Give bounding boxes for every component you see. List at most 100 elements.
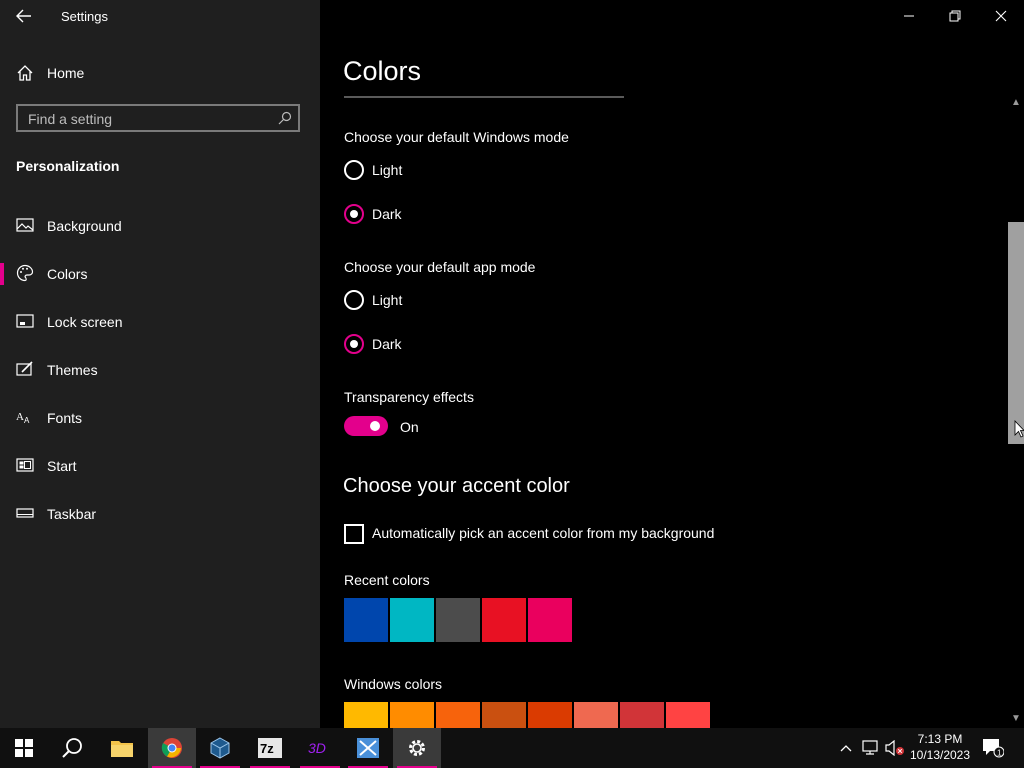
page-title: Colors <box>343 56 422 86</box>
windows-color-swatch[interactable] <box>528 702 572 728</box>
network-tray[interactable] <box>860 728 882 768</box>
title-divider <box>344 96 624 98</box>
sidebar-item-colors[interactable]: Colors <box>0 253 320 293</box>
recent-color-swatch[interactable] <box>390 598 434 642</box>
windows-mode-dark-radio[interactable] <box>344 204 364 224</box>
virtualbox-button[interactable] <box>196 728 244 768</box>
svg-text:A: A <box>24 416 30 425</box>
settings-button[interactable] <box>393 728 441 768</box>
recent-color-swatch[interactable] <box>528 598 572 642</box>
search-input[interactable] <box>26 109 270 129</box>
chrome-button[interactable] <box>148 728 196 768</box>
app-mode-dark-label[interactable]: Dark <box>372 336 402 352</box>
sidebar-item-taskbar[interactable]: Taskbar <box>0 493 320 533</box>
start-button[interactable] <box>0 728 48 768</box>
close-icon <box>995 10 1007 22</box>
windows-color-swatch[interactable] <box>574 702 618 728</box>
windows-mode-light-label[interactable]: Light <box>372 162 402 178</box>
sidebar-item-label: Colors <box>47 266 88 282</box>
7zip-button[interactable]: 7z <box>246 728 294 768</box>
action-center-button[interactable]: 1 <box>980 728 1006 768</box>
search-icon[interactable] <box>278 111 292 125</box>
windows-mode-label: Choose your default Windows mode <box>344 129 569 145</box>
auto-accent-checkbox[interactable] <box>344 524 364 544</box>
main-content: Colors Choose your default Windows mode … <box>320 0 1024 728</box>
sidebar-item-background[interactable]: Background <box>0 205 320 245</box>
nav-home[interactable]: Home <box>0 58 320 88</box>
app-mode-dark-radio[interactable] <box>344 334 364 354</box>
windows-color-swatch[interactable] <box>482 702 526 728</box>
volume-muted-icon <box>885 740 904 756</box>
restore-icon <box>949 10 961 22</box>
windows-color-swatch[interactable] <box>620 702 664 728</box>
scrollbar-thumb[interactable] <box>1008 222 1024 444</box>
windows-color-swatch[interactable] <box>344 702 388 728</box>
clock-date: 10/13/2023 <box>909 748 971 762</box>
svg-text:7z: 7z <box>260 741 274 756</box>
taskbar-icon <box>16 508 34 518</box>
picture-icon <box>16 218 34 232</box>
app-mode-label: Choose your default app mode <box>344 259 536 275</box>
start-icon <box>16 458 34 472</box>
fonts-icon: AA <box>16 411 30 425</box>
windows-color-swatch[interactable] <box>436 702 480 728</box>
network-icon <box>862 740 878 755</box>
recent-color-swatch[interactable] <box>436 598 480 642</box>
app-mode-light-label[interactable]: Light <box>372 292 402 308</box>
minimize-icon <box>904 15 914 17</box>
scroll-up-icon[interactable]: ▲ <box>1008 96 1024 110</box>
chrome-icon <box>161 738 182 758</box>
volume-tray[interactable] <box>884 728 906 768</box>
snipping-button[interactable] <box>344 728 392 768</box>
app-mode-light-radio[interactable] <box>344 290 364 310</box>
sidebar-item-label: Fonts <box>47 410 83 426</box>
windows-mode-light-radio[interactable] <box>344 160 364 180</box>
recent-color-swatch[interactable] <box>344 598 388 642</box>
sidebar-item-fonts[interactable]: AA Fonts <box>0 397 320 437</box>
home-icon <box>17 65 33 81</box>
mouse-cursor-icon <box>1014 420 1024 438</box>
3d-viewer-icon: 3D <box>308 740 326 756</box>
sidebar-item-label: Taskbar <box>47 506 97 522</box>
accent-heading: Choose your accent color <box>343 475 570 497</box>
clock-time: 7:13 PM <box>917 732 963 746</box>
virtualbox-icon <box>210 737 230 759</box>
close-button[interactable] <box>978 0 1024 32</box>
lock-screen-icon <box>16 314 34 328</box>
sidebar-item-label: Themes <box>47 362 98 378</box>
show-hidden-icons[interactable] <box>836 728 856 768</box>
taskbar: 7z 3D 7:13 PM 10/13/2023 1 <box>0 728 1024 768</box>
windows-mode-dark-label[interactable]: Dark <box>372 206 402 222</box>
sidebar-item-label: Background <box>47 218 122 234</box>
minimize-button[interactable] <box>886 0 932 32</box>
windows-logo-icon <box>15 739 33 757</box>
snipping-icon <box>357 738 379 758</box>
home-label: Home <box>47 65 85 81</box>
search-box[interactable] <box>16 104 300 132</box>
windows-color-swatch[interactable] <box>666 702 710 728</box>
auto-accent-label[interactable]: Automatically pick an accent color from … <box>372 525 714 541</box>
file-explorer-button[interactable] <box>98 728 146 768</box>
windows-colors-label: Windows colors <box>344 676 443 692</box>
section-title: Personalization <box>16 158 120 174</box>
sidebar-item-start[interactable]: Start <box>0 445 320 485</box>
back-button[interactable] <box>10 4 38 28</box>
file-explorer-icon <box>111 741 133 757</box>
recent-colors-label: Recent colors <box>344 572 430 588</box>
svg-text:3D: 3D <box>308 740 326 756</box>
selection-indicator <box>0 263 4 285</box>
clock[interactable]: 7:13 PM 10/13/2023 <box>905 731 975 763</box>
search-icon <box>62 738 82 758</box>
scroll-down-icon[interactable]: ▼ <box>1008 712 1024 726</box>
sidebar-item-lock-screen[interactable]: Lock screen <box>0 301 320 341</box>
sidebar-item-label: Start <box>47 458 77 474</box>
back-arrow-icon <box>16 9 31 23</box>
restore-button[interactable] <box>932 0 978 32</box>
transparency-label: Transparency effects <box>344 389 474 405</box>
sidebar-item-themes[interactable]: Themes <box>0 349 320 389</box>
3d-viewer-button[interactable]: 3D <box>296 728 344 768</box>
transparency-toggle[interactable] <box>344 416 388 436</box>
windows-color-swatch[interactable] <box>390 702 434 728</box>
recent-color-swatch[interactable] <box>482 598 526 642</box>
search-taskbar-button[interactable] <box>48 728 96 768</box>
